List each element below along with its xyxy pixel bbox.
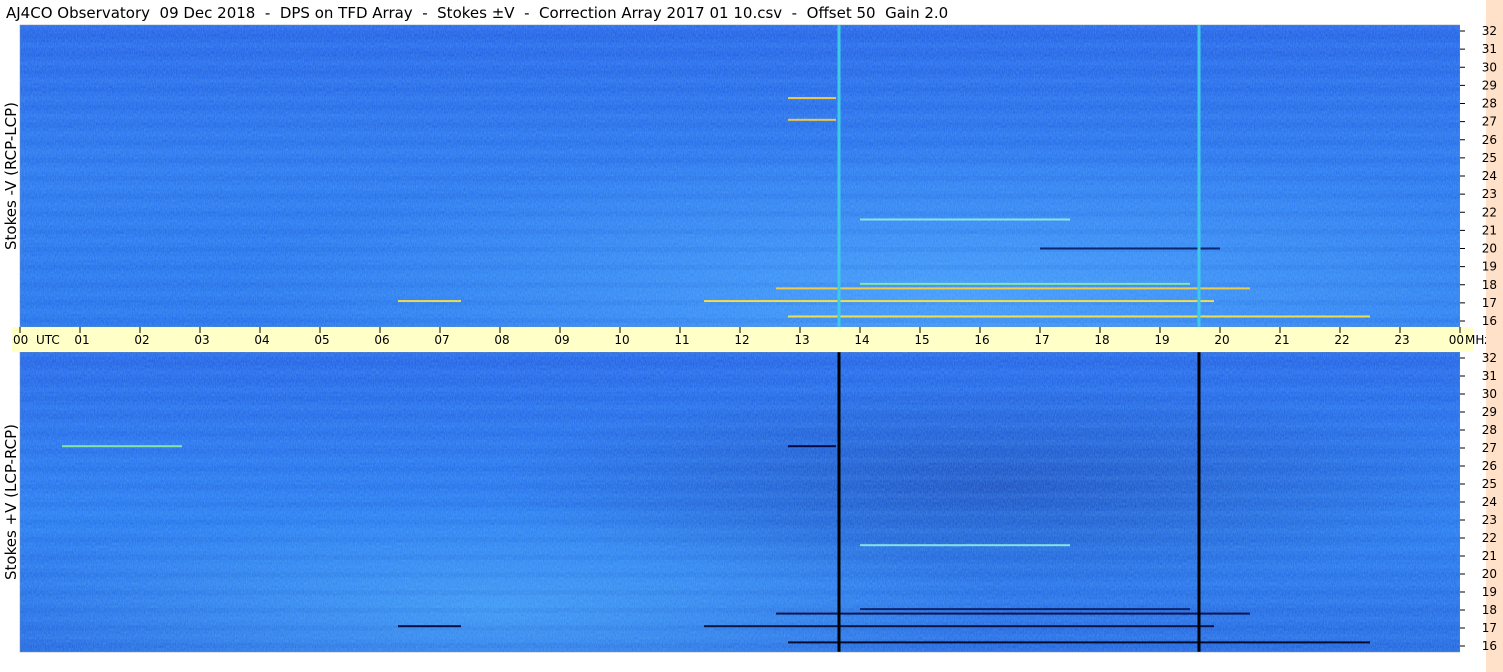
freq-tick-label: 23 xyxy=(1482,513,1497,527)
time-tick-label: 05 xyxy=(314,333,329,347)
emission-streak xyxy=(398,300,461,303)
freq-tick-label: 17 xyxy=(1482,296,1497,310)
emission-streak xyxy=(776,287,1250,290)
emission-streak xyxy=(62,445,182,448)
freq-tick-label: 29 xyxy=(1482,78,1497,92)
freq-tick-label: 28 xyxy=(1482,97,1497,111)
freq-tick-label: 20 xyxy=(1482,242,1497,256)
time-tick-label: 18 xyxy=(1094,333,1109,347)
time-tick-label: 10 xyxy=(614,333,629,347)
emission-streak xyxy=(788,315,1370,318)
freq-tick-label: 21 xyxy=(1482,223,1497,237)
emission-streak xyxy=(860,544,1070,547)
freq-tick-label: 32 xyxy=(1482,24,1497,38)
time-tick-label: 17 xyxy=(1034,333,1049,347)
time-tick-label: 15 xyxy=(914,333,929,347)
freq-tick-label: 20 xyxy=(1482,567,1497,581)
time-tick-label: 23 xyxy=(1394,333,1409,347)
time-tick-label: 00 xyxy=(13,333,28,347)
emission-streak xyxy=(860,608,1190,611)
top-panel-grain xyxy=(20,25,1460,327)
time-tick-label: 08 xyxy=(494,333,509,347)
freq-tick-label: 27 xyxy=(1482,115,1497,129)
time-tick-label: 16 xyxy=(974,333,989,347)
freq-tick-label: 27 xyxy=(1482,441,1497,455)
freq-tick-label: 26 xyxy=(1482,459,1497,473)
vertical-interference-line xyxy=(1197,25,1201,327)
freq-tick-label: 19 xyxy=(1482,260,1497,274)
emission-streak xyxy=(704,300,1214,303)
time-tick-label: 06 xyxy=(374,333,389,347)
freq-tick-label: 18 xyxy=(1482,278,1497,292)
time-tick-label: 12 xyxy=(734,333,749,347)
bottom-panel xyxy=(19,351,1461,653)
freq-tick-label: 30 xyxy=(1482,60,1497,74)
emission-streak xyxy=(398,625,461,628)
emission-streak xyxy=(788,118,836,121)
freq-tick-label: 29 xyxy=(1482,405,1497,419)
top-panel-ylabel: Stokes -V (RCP-LCP) xyxy=(2,102,20,250)
emission-streak xyxy=(704,625,1214,628)
time-tick-label: 09 xyxy=(554,333,569,347)
time-tick-label: 00 xyxy=(1449,333,1464,347)
time-tick-label: 11 xyxy=(674,333,689,347)
emission-streak xyxy=(788,445,836,448)
freq-tick-label: 16 xyxy=(1482,639,1497,653)
time-tick-label: 20 xyxy=(1214,333,1229,347)
emission-streak xyxy=(788,641,1370,644)
freq-tick-label: 32 xyxy=(1482,351,1497,365)
vertical-interference-line xyxy=(837,25,841,327)
freq-tick-label: 28 xyxy=(1482,423,1497,437)
time-tick-label: 22 xyxy=(1334,333,1349,347)
emission-streak xyxy=(788,97,836,100)
freq-tick-label: 17 xyxy=(1482,621,1497,635)
freq-tick-label: 24 xyxy=(1482,169,1497,183)
freq-tick-label: 23 xyxy=(1482,187,1497,201)
time-tick-label: 04 xyxy=(254,333,269,347)
emission-streak xyxy=(860,218,1070,221)
freq-tick-label: 16 xyxy=(1482,314,1497,328)
time-tick-label: 14 xyxy=(854,333,869,347)
freq-tick-label: 21 xyxy=(1482,549,1497,563)
time-tick-label: 19 xyxy=(1154,333,1169,347)
freq-tick-label: 18 xyxy=(1482,603,1497,617)
time-tick-label: 02 xyxy=(134,333,149,347)
time-tick-label: 01 xyxy=(74,333,89,347)
freq-tick-label: 22 xyxy=(1482,531,1497,545)
time-tick-label: 13 xyxy=(794,333,809,347)
freq-tick-label: 25 xyxy=(1482,151,1497,165)
freq-tick-label: 22 xyxy=(1482,205,1497,219)
emission-streak xyxy=(1040,247,1220,250)
vertical-interference-line xyxy=(1197,352,1201,652)
freq-tick-label: 25 xyxy=(1482,477,1497,491)
freq-tick-label: 31 xyxy=(1482,42,1497,56)
bottom-panel-grain xyxy=(20,352,1460,652)
spectrogram-chart: 00 01 02 03 04 05 06 07 08 09 10 11 12 13 14 15 16 17 18 19… xyxy=(2,0,1503,672)
emission-streak xyxy=(860,282,1190,285)
top-panel xyxy=(19,24,1461,328)
bottom-panel-ylabel: Stokes +V (LCP-RCP) xyxy=(2,424,20,580)
freq-tick-label: 26 xyxy=(1482,133,1497,147)
freq-tick-label: 19 xyxy=(1482,585,1497,599)
freq-tick-label: 30 xyxy=(1482,387,1497,401)
time-unit-label: UTC xyxy=(36,333,60,347)
time-tick-label: 03 xyxy=(194,333,209,347)
time-tick-label: 07 xyxy=(434,333,449,347)
freq-tick-label: 31 xyxy=(1482,369,1497,383)
vertical-interference-line xyxy=(837,352,841,652)
freq-tick-label: 24 xyxy=(1482,495,1497,509)
emission-streak xyxy=(776,612,1250,615)
time-tick-label: 21 xyxy=(1274,333,1289,347)
